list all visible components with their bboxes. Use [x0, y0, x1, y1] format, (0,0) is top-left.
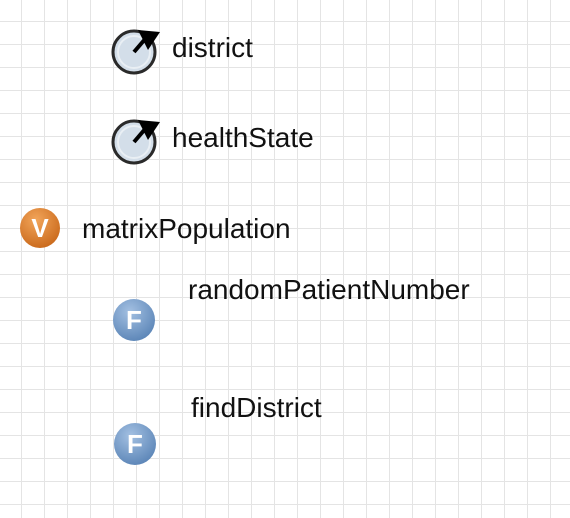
function-randompatientnumber[interactable]: randomPatientNumber F	[108, 272, 548, 348]
function-letter: F	[127, 429, 143, 459]
parameter-label: healthState	[172, 122, 314, 153]
function-label: randomPatientNumber	[188, 274, 470, 305]
parameter-healthstate[interactable]: healthState	[108, 112, 368, 165]
parameter-label: district	[172, 32, 253, 63]
parameter-dial-icon	[108, 24, 160, 75]
variable-letter: V	[31, 213, 49, 243]
function-f-icon: F	[108, 296, 156, 344]
variable-v-icon: V	[18, 204, 66, 252]
parameter-district[interactable]: district	[108, 22, 298, 75]
function-f-icon: F	[108, 420, 156, 468]
parameter-dial-icon	[108, 114, 160, 165]
variable-label: matrixPopulation	[82, 213, 291, 244]
variable-matrixpopulation[interactable]: V matrixPopulation	[18, 204, 358, 256]
function-label: findDistrict	[191, 392, 322, 423]
function-letter: F	[126, 305, 142, 335]
function-finddistrict[interactable]: findDistrict F	[108, 390, 378, 472]
diagram-canvas[interactable]: district healthState V matrixPopulation …	[0, 0, 570, 518]
